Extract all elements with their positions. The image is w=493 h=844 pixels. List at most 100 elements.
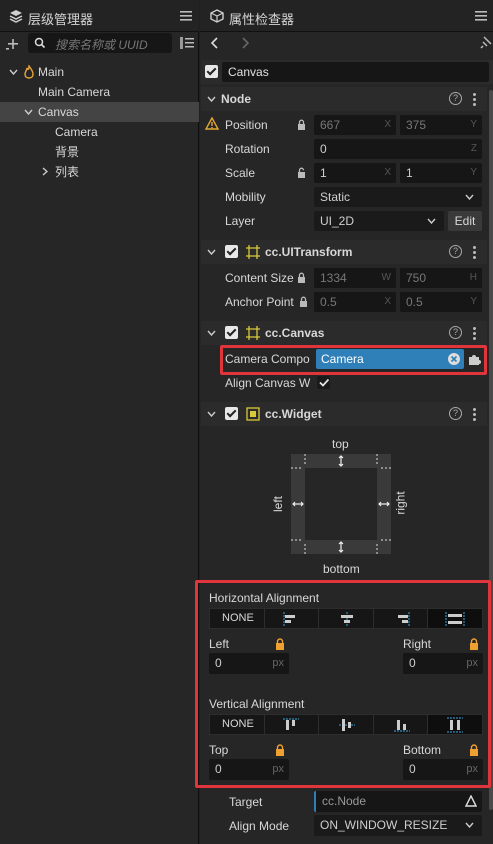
h-align-none-button[interactable]: NONE [210, 609, 265, 628]
canvas-section-header[interactable]: cc.Canvas ? [201, 321, 487, 345]
vertical-alignment-title: Vertical Alignment [209, 697, 305, 711]
top-lock-icon[interactable] [275, 744, 285, 756]
content-height-field[interactable]: 750 H [400, 268, 482, 288]
more-vertical-icon[interactable] [473, 246, 477, 260]
pin-icon[interactable] [480, 36, 492, 49]
node-active-checkbox[interactable] [205, 65, 218, 78]
right-label: Right [403, 637, 432, 651]
position-label: Position [225, 118, 268, 132]
unlock-icon[interactable] [297, 167, 306, 178]
sort-icon[interactable] [180, 37, 194, 49]
canvas-component-title: cc.Canvas [265, 326, 325, 340]
lock-icon[interactable] [297, 272, 306, 283]
node-picker-icon[interactable] [465, 795, 477, 807]
camera-component-label: Camera Compo [225, 352, 310, 366]
layer-label: Layer [225, 214, 256, 228]
tree-node-bg[interactable]: 背景 [0, 142, 199, 162]
anchor-y-field[interactable]: 0.5 Y [400, 292, 482, 312]
chevron-down-icon[interactable] [207, 249, 216, 255]
layer-select[interactable]: UI_2D [314, 211, 444, 231]
chevron-right-icon[interactable] [42, 167, 48, 176]
v-align-middle-button[interactable] [319, 715, 374, 734]
hierarchy-panel: 层级管理器 搜索名称或 UUID Main Main Camera Canvas… [0, 0, 199, 844]
camera-component-field[interactable]: Camera [316, 349, 464, 369]
v-align-bottom-button[interactable] [374, 715, 429, 734]
rotation-z-field[interactable]: 0Z [314, 139, 482, 159]
chevron-down-icon[interactable] [207, 96, 216, 102]
back-arrow-icon[interactable] [211, 37, 219, 49]
anchor-x-field[interactable]: 0.5 X [314, 292, 396, 312]
scale-y-field[interactable]: 1Y [400, 163, 482, 183]
chevron-down-icon[interactable] [9, 69, 18, 75]
tree-node-canvas-selected[interactable]: Canvas [0, 102, 199, 122]
uitransform-enabled-checkbox[interactable] [225, 245, 238, 258]
tree-label-list: 列表 [55, 165, 80, 179]
inspector-icon [210, 9, 224, 23]
h-align-stretch-button-active[interactable] [428, 609, 482, 628]
warning-icon [205, 117, 219, 130]
layer-edit-button[interactable]: Edit [448, 211, 482, 231]
h-align-left-button[interactable] [265, 609, 320, 628]
add-node-icon[interactable] [6, 37, 20, 51]
h-align-center-button[interactable] [319, 609, 374, 628]
menu-icon[interactable] [180, 11, 192, 21]
uitransform-section-header[interactable]: cc.UITransform ? [201, 240, 487, 264]
right-value-input[interactable]: 0 px [403, 653, 483, 674]
tree-node-main-camera[interactable]: Main Camera [0, 82, 199, 102]
widget-alignment-diagram[interactable] [291, 454, 391, 554]
menu-icon[interactable] [475, 11, 487, 21]
align-mode-select[interactable]: ON_WINDOW_RESIZE [314, 815, 482, 836]
more-vertical-icon[interactable] [473, 93, 477, 107]
bottom-lock-icon[interactable] [469, 744, 479, 756]
component-picker-icon[interactable] [467, 352, 481, 366]
left-lock-icon[interactable] [275, 638, 285, 650]
hierarchy-tab[interactable]: 层级管理器 [0, 0, 199, 32]
vertical-alignment-buttons[interactable]: NONE [209, 714, 483, 735]
top-value-input[interactable]: 0 px [209, 759, 289, 780]
content-width-field[interactable]: 1334 W [314, 268, 396, 288]
widget-section-header[interactable]: cc.Widget ? [201, 402, 487, 426]
help-icon[interactable]: ? [449, 92, 462, 105]
more-vertical-icon[interactable] [473, 408, 477, 422]
search-placeholder: 搜索名称或 UUID [55, 38, 148, 52]
more-vertical-icon[interactable] [473, 327, 477, 341]
widget-enabled-checkbox[interactable] [225, 407, 238, 420]
left-value-input[interactable]: 0 px [209, 653, 289, 674]
help-icon[interactable]: ? [449, 245, 462, 258]
v-align-stretch-button-active[interactable] [428, 715, 482, 734]
forward-arrow-icon[interactable] [241, 37, 249, 49]
help-icon[interactable]: ? [449, 326, 462, 339]
inspector-tab[interactable]: 属性检查器 [200, 0, 493, 32]
target-field[interactable]: cc.Node [314, 791, 482, 812]
v-align-top-button[interactable] [265, 715, 320, 734]
node-section-header[interactable]: Node ? [201, 87, 487, 111]
chevron-down-icon[interactable] [24, 109, 33, 115]
checkmark-icon [318, 377, 330, 388]
scale-label: Scale [225, 166, 256, 180]
h-align-right-button[interactable] [374, 609, 429, 628]
clear-icon[interactable] [448, 353, 460, 365]
node-name-input[interactable]: Canvas [222, 62, 489, 82]
position-x-field[interactable]: 667 X [314, 115, 396, 135]
mobility-select[interactable]: Static [314, 187, 482, 207]
align-mode-label: Align Mode [229, 819, 290, 833]
help-icon[interactable]: ? [449, 407, 462, 420]
tree-node-main[interactable]: Main [0, 62, 199, 82]
bottom-value-input[interactable]: 0 px [403, 759, 483, 780]
lock-icon[interactable] [297, 119, 306, 130]
tree-node-camera[interactable]: Camera [0, 122, 199, 142]
right-lock-icon[interactable] [469, 638, 479, 650]
position-y-field[interactable]: 375 Y [400, 115, 482, 135]
left-label: Left [209, 637, 230, 651]
tree-node-list[interactable]: 列表 [0, 162, 199, 182]
canvas-enabled-checkbox[interactable] [225, 326, 238, 339]
chevron-down-icon[interactable] [207, 330, 216, 336]
v-align-none-button[interactable]: NONE [210, 715, 265, 734]
lock-icon[interactable] [299, 296, 308, 307]
tree-label-main-camera: Main Camera [38, 85, 111, 99]
scale-x-field[interactable]: 1X [314, 163, 396, 183]
search-input[interactable]: 搜索名称或 UUID [28, 33, 172, 53]
horizontal-alignment-buttons[interactable]: NONE [209, 608, 483, 629]
node-section-title: Node [221, 92, 251, 106]
chevron-down-icon[interactable] [207, 411, 216, 417]
